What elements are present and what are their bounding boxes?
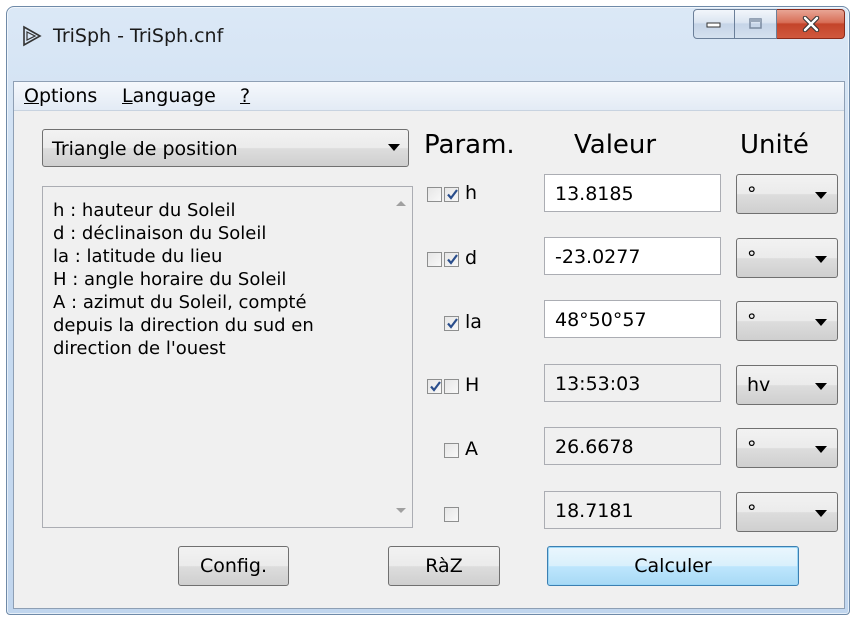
scroll-up-icon[interactable]: [396, 201, 406, 206]
param-A-checkbox[interactable]: [444, 443, 459, 458]
description-line: depuis la direction du sud en: [53, 315, 314, 336]
menu-help-mnemonic: ?: [240, 85, 251, 107]
chevron-down-icon: [388, 144, 400, 151]
close-icon: [802, 16, 819, 32]
param-h-value-input[interactable]: 13.8185: [544, 174, 721, 212]
param-H-checkbox-2[interactable]: [444, 379, 459, 394]
param-H-value-field: 13:53:03: [544, 364, 721, 402]
param-d-unit: °: [747, 247, 757, 269]
description-line: H : angle horaire du Soleil: [53, 269, 287, 290]
config-button[interactable]: Config.: [178, 546, 289, 586]
minimize-button[interactable]: [693, 9, 735, 39]
description-line: direction de l'ouest: [53, 338, 226, 359]
param-h-unit: °: [747, 183, 757, 205]
param-A-unit-select[interactable]: °: [736, 428, 838, 468]
chevron-down-icon: [815, 192, 827, 199]
param-h-unit-select[interactable]: °: [736, 174, 838, 214]
header-unit: Unité: [740, 130, 809, 160]
param-h-value: 13.8185: [555, 183, 634, 205]
description-line: A : azimut du Soleil, compté: [53, 292, 307, 313]
maximize-button[interactable]: [735, 9, 777, 39]
param-d-label: d: [465, 247, 478, 269]
param-la-value: 48°50°57: [555, 309, 647, 331]
reset-button[interactable]: RàZ: [388, 546, 500, 586]
param-6-unit-select[interactable]: °: [736, 492, 838, 532]
param-H-value: 13:53:03: [555, 373, 641, 395]
chevron-down-icon: [815, 510, 827, 517]
title-bar[interactable]: TriSph - TriSph.cnf: [7, 7, 849, 59]
param-H-unit-select[interactable]: hv: [736, 365, 838, 405]
chevron-down-icon: [815, 446, 827, 453]
param-6-checkbox[interactable]: [444, 507, 459, 522]
param-H-checkbox-1[interactable]: [427, 379, 442, 394]
param-A-unit: °: [747, 437, 757, 459]
caption-buttons: [693, 9, 845, 39]
menu-language-label: anguage: [132, 85, 216, 107]
param-A-value: 26.6678: [555, 436, 634, 458]
maximize-icon: [748, 18, 762, 29]
description-line: d : déclinaison du Soleil: [53, 223, 267, 244]
param-h-label: h: [465, 182, 478, 204]
param-la-value-input[interactable]: 48°50°57: [544, 300, 721, 338]
param-A-value-field: 26.6678: [544, 427, 721, 465]
param-H-label: H: [465, 374, 480, 396]
param-d-checkbox-2[interactable]: [444, 252, 459, 267]
app-window: TriSph - TriSph.cnf Options Language ? T…: [6, 6, 850, 615]
checkmark-icon: [447, 254, 458, 265]
compute-button[interactable]: Calculer: [547, 546, 799, 586]
header-value: Valeur: [574, 130, 657, 160]
param-h-checkbox-2[interactable]: [444, 187, 459, 202]
description-text: h : hauteur du Soleil d : déclinaison du…: [53, 199, 373, 360]
param-la-unit-select[interactable]: °: [736, 301, 838, 341]
app-triangle-icon: [23, 25, 42, 47]
checkmark-icon: [447, 318, 458, 329]
minimize-icon: [706, 22, 721, 28]
menu-help[interactable]: ?: [240, 85, 250, 107]
close-button[interactable]: [777, 9, 845, 39]
menu-options-mnemonic: O: [24, 85, 39, 107]
param-d-unit-select[interactable]: °: [736, 238, 838, 278]
window-title: TriSph - TriSph.cnf: [53, 25, 224, 47]
client-area: Options Language ? Triangle de position …: [13, 81, 845, 609]
param-la-unit: °: [747, 310, 757, 332]
checkmark-icon: [447, 189, 458, 200]
param-d-checkbox-1[interactable]: [427, 252, 442, 267]
mode-select-value: Triangle de position: [52, 138, 238, 160]
param-la-label: la: [465, 311, 482, 333]
description-scrollbar[interactable]: [390, 187, 412, 527]
menu-language-mnemonic: L: [122, 85, 133, 107]
chevron-down-icon: [815, 256, 827, 263]
param-H-unit: hv: [747, 374, 771, 396]
param-d-value: -23.0277: [555, 246, 641, 268]
param-6-value: 18.7181: [555, 500, 634, 522]
description-line: la : latitude du lieu: [53, 246, 223, 267]
param-A-label: A: [465, 438, 478, 460]
scroll-down-icon[interactable]: [396, 508, 406, 513]
header-param: Param.: [424, 130, 515, 160]
menu-bar: Options Language ?: [14, 82, 844, 111]
param-la-checkbox[interactable]: [444, 316, 459, 331]
param-6-value-field: 18.7181: [544, 491, 721, 529]
chevron-down-icon: [815, 319, 827, 326]
menu-options-label: ptions: [38, 85, 98, 107]
description-line: h : hauteur du Soleil: [53, 200, 236, 221]
param-6-unit: °: [747, 501, 757, 523]
param-d-value-input[interactable]: -23.0277: [544, 237, 721, 275]
menu-options[interactable]: Options: [24, 85, 97, 107]
chevron-down-icon: [815, 383, 827, 390]
description-textarea[interactable]: h : hauteur du Soleil d : déclinaison du…: [42, 186, 413, 528]
checkmark-icon: [430, 381, 441, 392]
mode-select[interactable]: Triangle de position: [42, 129, 409, 167]
param-h-checkbox-1[interactable]: [427, 187, 442, 202]
menu-language[interactable]: Language: [122, 85, 216, 107]
